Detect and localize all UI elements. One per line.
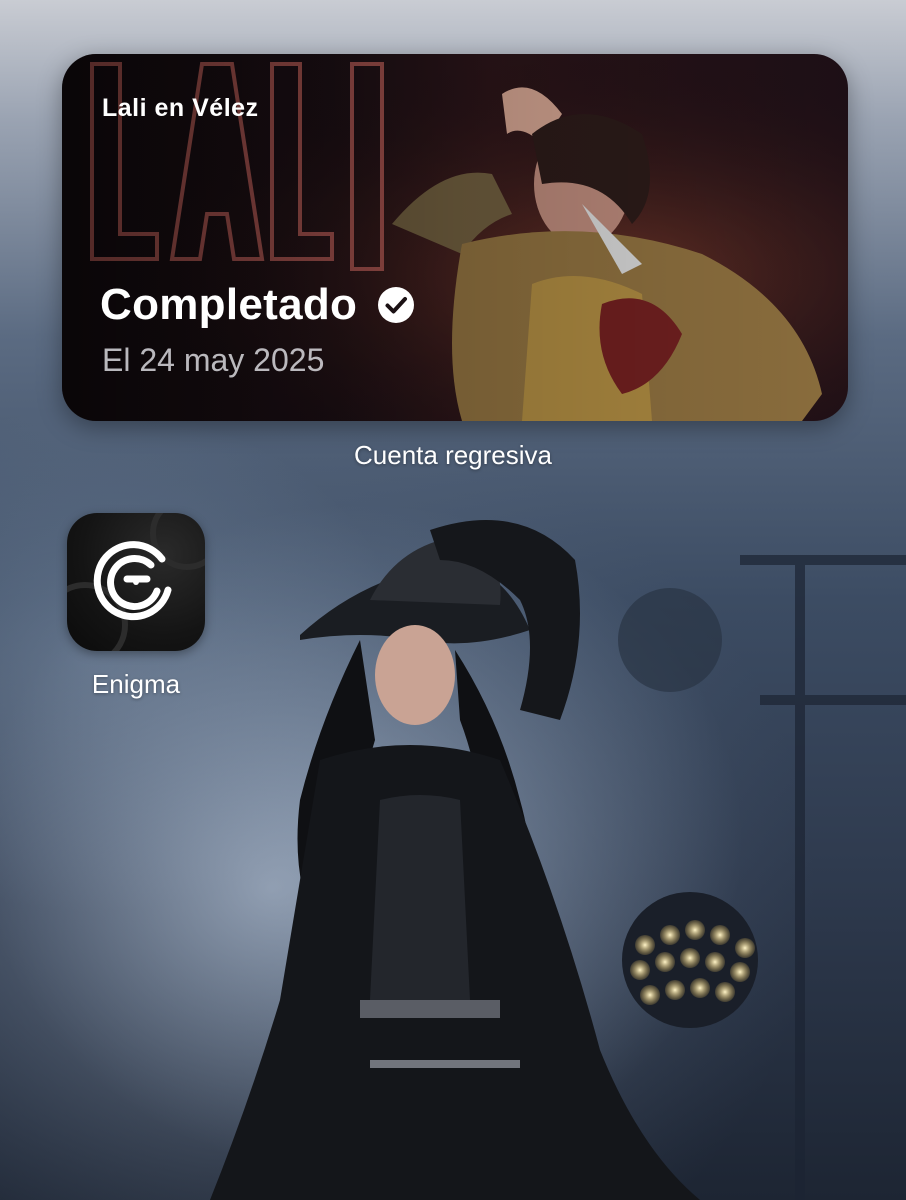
widget-date: El 24 may 2025	[102, 342, 325, 378]
app-label[interactable]: Enigma	[67, 669, 205, 700]
enigma-maze-icon	[67, 513, 205, 651]
enigma-app-icon[interactable]	[67, 513, 205, 651]
checkmark-circle-icon	[377, 286, 415, 324]
widget-status-row: Completado	[100, 280, 415, 330]
widget-status-text: Completado	[100, 280, 358, 329]
countdown-widget[interactable]: Lali en Vélez Completado El 24 may 2025	[62, 54, 848, 421]
app-enigma[interactable]: Enigma	[67, 513, 205, 700]
widget-event-title: Lali en Vélez	[102, 94, 259, 122]
widget-caption: Cuenta regresiva	[354, 440, 552, 470]
